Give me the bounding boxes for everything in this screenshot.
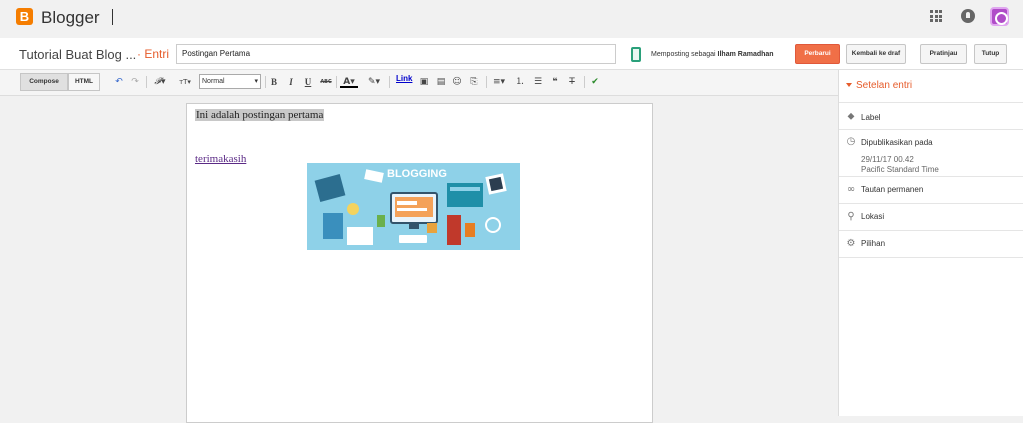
toolbar-divider <box>146 76 147 88</box>
sidebar-item-location[interactable]: ⚲ Lokasi <box>839 204 1023 231</box>
strikethrough-button[interactable]: ABC <box>320 75 332 89</box>
undo-icon[interactable]: ↶ <box>113 75 125 89</box>
bell-icon[interactable] <box>961 9 975 23</box>
location-pin-icon: ⚲ <box>847 211 855 222</box>
align-icon[interactable]: ≡▾ <box>490 75 508 89</box>
quote-icon[interactable]: ❝ <box>549 75 561 89</box>
link-icon: ∞ <box>846 184 856 195</box>
spellcheck-icon[interactable]: ✔ <box>589 75 601 89</box>
mobile-preview-icon[interactable] <box>631 47 641 62</box>
tag-icon: ⬥ <box>847 111 855 122</box>
sidebar-item-permalink[interactable]: ∞ Tautan permanen <box>839 177 1023 204</box>
toolbar-divider <box>584 76 585 88</box>
sidebar-item-label: Label <box>861 113 881 122</box>
bold-button[interactable]: B <box>269 75 279 89</box>
avatar[interactable] <box>990 7 1009 26</box>
gear-icon: ⚙ <box>846 238 856 249</box>
clock-icon: ◷ <box>846 136 856 147</box>
section-label[interactable]: · Entri <box>137 47 169 61</box>
font-family-icon[interactable]: 𝓕▾ <box>150 75 170 89</box>
jump-break-icon[interactable]: ⎘ <box>468 75 480 89</box>
blogging-illustration-image[interactable]: BLOGGING <box>307 163 520 250</box>
emoji-icon[interactable]: ☺ <box>451 75 463 89</box>
underline-button[interactable]: U <box>303 75 313 89</box>
remove-formatting-icon[interactable]: T <box>566 75 578 89</box>
html-mode-button[interactable]: HTML <box>68 73 100 91</box>
revert-to-draft-button[interactable]: Kembali ke draf <box>846 44 906 64</box>
compose-mode-button[interactable]: Compose <box>20 73 68 91</box>
posting-as-user: Ilham Ramadhan <box>717 51 774 58</box>
toolbar-divider <box>389 76 390 88</box>
blog-title[interactable]: Tutorial Buat Blog ... <box>19 47 136 62</box>
sidebar-item-published-on[interactable]: ◷ Dipublikasikan pada 29/11/17 00.42 Pac… <box>839 130 1023 177</box>
text-color-icon[interactable]: A▾ <box>340 75 358 88</box>
image-caption: BLOGGING <box>387 168 447 180</box>
blogger-logo-icon[interactable]: B <box>16 8 33 25</box>
highlight-color-icon[interactable]: ✎▾ <box>365 75 383 89</box>
close-button[interactable]: Tutup <box>974 44 1007 64</box>
sidebar-item-label: Dipublikasikan pada <box>861 138 933 147</box>
post-header-bar: Tutorial Buat Blog ... · Entri Postingan… <box>0 38 1023 70</box>
post-body-line-1[interactable]: Ini adalah postingan pertama <box>195 109 325 121</box>
italic-button[interactable]: I <box>286 75 296 89</box>
format-select[interactable]: Normal <box>199 74 261 89</box>
link-button[interactable]: Link <box>396 74 412 83</box>
image-icon[interactable]: ▣ <box>418 75 430 89</box>
sidebar-item-label: Pilihan <box>861 239 886 248</box>
toolbar-divider <box>265 76 266 88</box>
sidebar-item-label: Lokasi <box>861 212 885 221</box>
redo-icon[interactable]: ↷ <box>129 75 141 89</box>
post-title-input[interactable]: Postingan Pertama <box>176 44 616 64</box>
toolbar-divider <box>336 76 337 88</box>
posting-as-text: Memposting sebagai Ilham Ramadhan <box>651 51 774 58</box>
app-name[interactable]: Blogger <box>41 8 100 28</box>
numbered-list-icon[interactable]: ⒈ <box>514 75 526 89</box>
divider <box>112 9 113 25</box>
font-size-icon[interactable]: тT▾ <box>175 75 195 89</box>
publish-button[interactable]: Perbarui <box>795 44 840 64</box>
toolbar-divider <box>486 76 487 88</box>
editor-page[interactable] <box>186 103 653 423</box>
caret-down-icon <box>846 83 852 87</box>
post-settings-sidebar: Setelan entri ⬥ Label ◷ Dipublikasikan p… <box>838 70 1023 416</box>
posting-as-prefix: Memposting sebagai <box>651 51 716 58</box>
video-icon[interactable]: ▤ <box>435 75 447 89</box>
published-timezone: Pacific Standard Time <box>861 165 939 174</box>
post-settings-title: Setelan entri <box>856 80 913 91</box>
sidebar-item-options[interactable]: ⚙ Pilihan <box>839 231 1023 258</box>
sidebar-item-label: Tautan permanen <box>861 185 924 194</box>
post-body-link[interactable]: terimakasih <box>195 153 246 165</box>
preview-button[interactable]: Pratinjau <box>920 44 967 64</box>
apps-grid-icon[interactable] <box>930 10 942 22</box>
post-settings-header[interactable]: Setelan entri <box>839 70 1023 103</box>
top-bar: B Blogger <box>0 0 1023 38</box>
editor-toolbar: Compose HTML ↶ ↷ 𝓕▾ тT▾ Normal B I U ABC… <box>0 70 838 96</box>
bulleted-list-icon[interactable]: ☰ <box>532 75 544 89</box>
sidebar-item-labels[interactable]: ⬥ Label <box>839 103 1023 130</box>
